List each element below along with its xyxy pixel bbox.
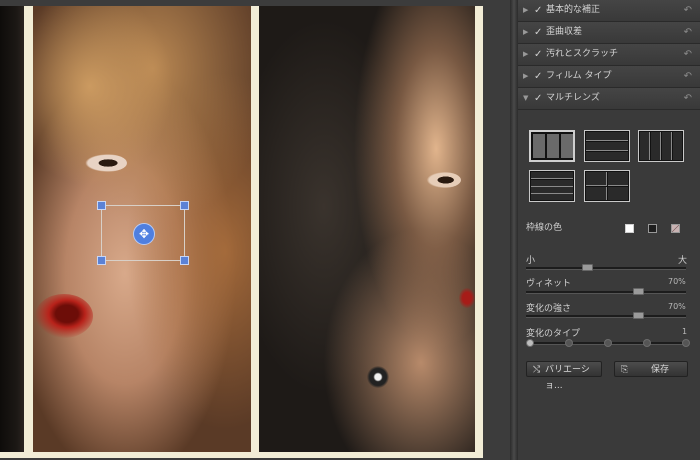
layout-preset-grid[interactable] — [584, 170, 630, 202]
vignette-value: 70% — [668, 277, 686, 286]
resize-handle-bottom-left[interactable] — [97, 256, 106, 265]
strength-slider[interactable] — [526, 312, 686, 319]
section-dust-scratches[interactable]: ▶ ✓ 汚れとスクラッチ ↶ — [518, 44, 700, 66]
resize-handle-top-right[interactable] — [180, 201, 189, 210]
adjustments-panel: ▶ ✓ 基本的な補正 ↶ ▶ ✓ 歪曲収差 ↶ ▶ ✓ 汚れとスクラッチ ↶ ▶… — [518, 0, 700, 460]
reset-icon[interactable]: ↶ — [684, 88, 692, 109]
photo-detail-eye — [427, 172, 461, 188]
variation-type-label: 変化のタイプ — [526, 329, 581, 339]
check-icon[interactable]: ✓ — [534, 44, 542, 65]
frame-color-label: 枠線の色 — [526, 223, 563, 233]
save-icon: ⎘ — [621, 365, 629, 375]
check-icon[interactable]: ✓ — [534, 22, 542, 43]
layout-preset-three-rows[interactable] — [584, 130, 630, 162]
strength-slider-thumb[interactable] — [633, 312, 644, 319]
collapse-arrow-icon[interactable]: ▼ — [523, 88, 528, 109]
check-icon[interactable]: ✓ — [534, 0, 542, 21]
photo-detail-lips — [35, 294, 93, 338]
shuffle-icon: ⤭ — [533, 365, 541, 375]
resize-handle-top-left[interactable] — [97, 201, 106, 210]
reset-icon[interactable]: ↶ — [684, 0, 692, 21]
move-icon[interactable]: ✥ — [133, 223, 155, 245]
section-label: 歪曲収差 — [546, 27, 583, 37]
section-multilens[interactable]: ▼ ✓ マルチレンズ ↶ — [518, 88, 700, 110]
expand-arrow-icon[interactable]: ▶ — [523, 44, 528, 65]
section-label: 基本的な補正 — [546, 5, 601, 15]
variation-type-stop[interactable] — [604, 339, 612, 347]
panel-divider[interactable] — [510, 0, 518, 460]
variation-button[interactable]: ⤭ バリエーショ... — [526, 361, 602, 391]
lens-panel-1[interactable] — [0, 6, 24, 452]
expand-arrow-icon[interactable]: ▶ — [523, 66, 528, 87]
photo-canvas[interactable]: ✥ — [0, 0, 510, 460]
section-basic-correction[interactable]: ▶ ✓ 基本的な補正 ↶ — [518, 0, 700, 22]
vignette-slider-thumb[interactable] — [633, 288, 644, 295]
size-max-label: 大 — [678, 256, 688, 266]
focus-selection-box[interactable]: ✥ — [97, 201, 189, 265]
size-slider[interactable] — [526, 264, 686, 271]
reset-icon[interactable]: ↶ — [684, 22, 692, 43]
reset-icon[interactable]: ↶ — [684, 44, 692, 65]
expand-arrow-icon[interactable]: ▶ — [523, 0, 528, 21]
section-film-type[interactable]: ▶ ✓ フィルム タイプ ↶ — [518, 66, 700, 88]
size-min-label: 小 — [526, 256, 536, 266]
section-label: マルチレンズ — [546, 93, 600, 103]
layout-preset-four-columns[interactable] — [638, 130, 684, 162]
check-icon[interactable]: ✓ — [534, 66, 542, 87]
frame-color-white[interactable] — [625, 224, 634, 233]
reset-icon[interactable]: ↶ — [684, 66, 692, 87]
multilens-settings: 枠線の色 小 大 ヴィネット 70% 変化の強さ 70% 変化のタイプ 1 — [518, 110, 700, 384]
frame-color-black[interactable] — [648, 224, 657, 233]
variation-type-stop[interactable] — [643, 339, 651, 347]
strength-label: 変化の強さ — [526, 304, 572, 314]
lens-panel-3[interactable] — [259, 6, 475, 452]
strength-value: 70% — [668, 302, 686, 311]
size-slider-thumb[interactable] — [582, 264, 593, 271]
variation-type-stop[interactable] — [682, 339, 690, 347]
photo-detail-eye — [85, 154, 127, 172]
variation-type-stop[interactable] — [565, 339, 573, 347]
resize-handle-bottom-right[interactable] — [180, 256, 189, 265]
photo-detail-ring — [367, 366, 389, 388]
layout-preset-four-rows[interactable] — [529, 170, 575, 202]
section-label: 汚れとスクラッチ — [546, 49, 619, 59]
photo-detail-lips — [459, 288, 475, 308]
variation-type-value: 1 — [682, 327, 688, 336]
save-button[interactable]: ⎘ 保存 — [614, 361, 688, 377]
check-icon[interactable]: ✓ — [534, 88, 542, 109]
expand-arrow-icon[interactable]: ▶ — [523, 22, 528, 43]
variation-type-stop[interactable] — [526, 339, 534, 347]
frame-color-custom[interactable] — [671, 224, 680, 233]
layout-preset-three-columns[interactable] — [529, 130, 575, 162]
section-distortion[interactable]: ▶ ✓ 歪曲収差 ↶ — [518, 22, 700, 44]
vignette-slider[interactable] — [526, 288, 686, 295]
section-label: フィルム タイプ — [546, 71, 612, 81]
variation-type-slider[interactable] — [526, 339, 690, 347]
vignette-label: ヴィネット — [526, 279, 572, 289]
